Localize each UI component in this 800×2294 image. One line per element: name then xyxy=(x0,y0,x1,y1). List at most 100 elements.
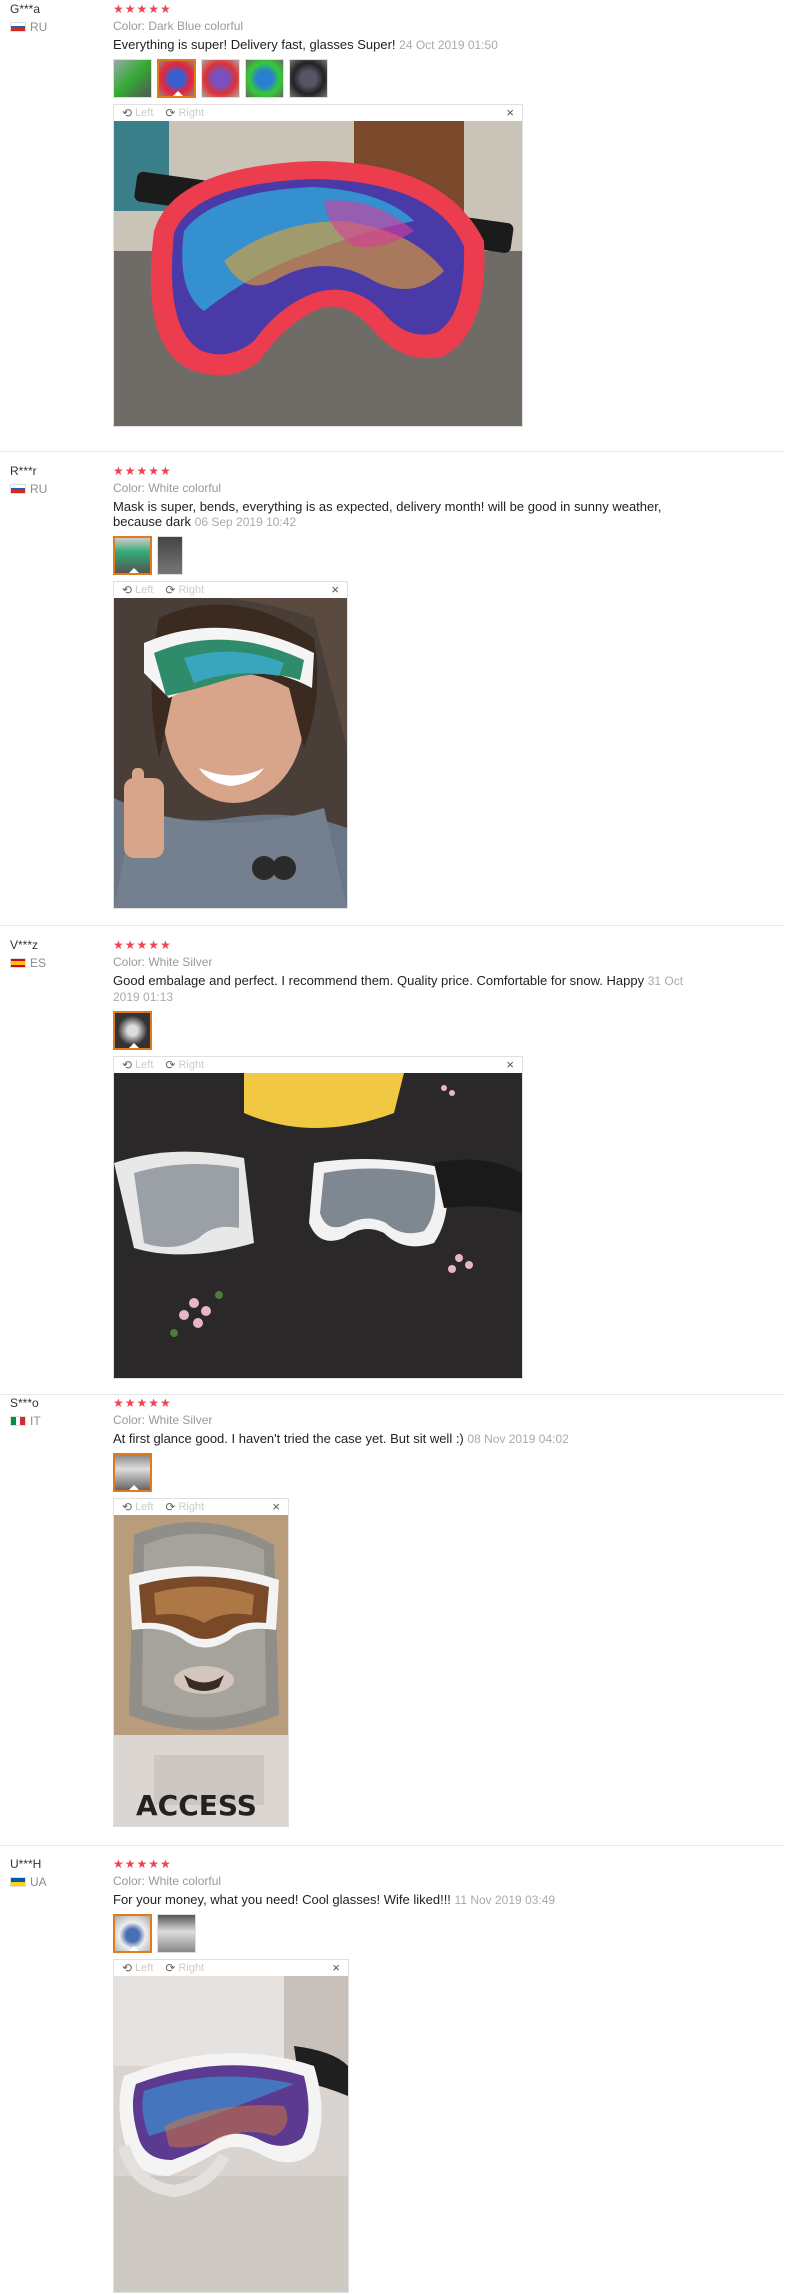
variant-color: Color: White Silver xyxy=(113,1413,213,1427)
photo-thumbnail[interactable] xyxy=(157,59,196,98)
photo-thumbnails xyxy=(113,536,713,575)
country-code: ES xyxy=(30,956,47,970)
variant-color: Color: Dark Blue colorful xyxy=(113,19,244,33)
rotate-left-button[interactable]: ⟲ Left xyxy=(122,1961,153,1975)
photo-thumbnail[interactable] xyxy=(113,1453,152,1492)
flag-ru-icon xyxy=(10,484,26,494)
rotate-right-button[interactable]: ⟳ Right xyxy=(165,1500,204,1514)
rotate-left-button[interactable]: ⟲ Left xyxy=(122,106,153,120)
variant-color: Color: White colorful xyxy=(113,481,222,495)
rotate-right-button[interactable]: ⟳ Right xyxy=(165,1058,204,1072)
photo-thumbnails xyxy=(113,1011,713,1050)
rotate-right-icon: ⟳ xyxy=(165,106,176,120)
star-rating: ★★★★★ xyxy=(113,938,172,952)
photo-thumbnails xyxy=(113,1453,713,1492)
photo-thumbnail[interactable] xyxy=(113,1011,152,1050)
flag-ua-icon xyxy=(10,1877,26,1887)
review-divider xyxy=(0,1394,785,1395)
review-text: For your money, what you need! Cool glas… xyxy=(113,1892,556,1907)
reviewer-name: V***z xyxy=(10,938,39,952)
reviewer-country: UA xyxy=(10,1875,47,1889)
viewer-toolbar: ⟲ Left ⟳ Right × xyxy=(114,1057,522,1073)
rotate-right-icon: ⟳ xyxy=(165,583,176,597)
review-date: 06 Sep 2019 10:42 xyxy=(194,515,297,529)
viewer-toolbar: ⟲ Left ⟳ Right × xyxy=(114,105,522,121)
star-rating: ★★★★★ xyxy=(113,2,172,16)
reviewer-country: RU xyxy=(10,20,47,34)
reviewer-country: ES xyxy=(10,956,46,970)
reviewer-country: IT xyxy=(10,1414,41,1428)
review-text: Good embalage and perfect. I recommend t… xyxy=(113,973,684,1004)
close-icon[interactable]: × xyxy=(506,1057,514,1073)
country-code: RU xyxy=(30,482,48,496)
rotate-right-icon: ⟳ xyxy=(165,1500,176,1514)
review-text: Everything is super! Delivery fast, glas… xyxy=(113,37,498,52)
country-code: RU xyxy=(30,20,48,34)
photo-thumbnail[interactable] xyxy=(113,1914,152,1953)
rotate-left-icon: ⟲ xyxy=(122,106,133,120)
variant-color: Color: White colorful xyxy=(113,1874,222,1888)
rotate-left-icon: ⟲ xyxy=(122,583,133,597)
rotate-left-button[interactable]: ⟲ Left xyxy=(122,1058,153,1072)
rotate-left-icon: ⟲ xyxy=(122,1500,133,1514)
photo-thumbnail[interactable] xyxy=(201,59,240,98)
review-divider xyxy=(0,1845,785,1846)
flag-es-icon xyxy=(10,958,26,968)
photo-thumbnail[interactable] xyxy=(113,536,152,575)
rotate-right-icon: ⟳ xyxy=(165,1058,176,1072)
photo-thumbnails xyxy=(113,1914,713,1953)
photo-viewer: ⟲ Left ⟳ Right × xyxy=(113,1959,349,2293)
close-icon[interactable]: × xyxy=(332,1960,340,1976)
rotate-left-icon: ⟲ xyxy=(122,1058,133,1072)
rotate-left-button[interactable]: ⟲ Left xyxy=(122,583,153,597)
flag-ru-icon xyxy=(10,22,26,32)
rotate-right-button[interactable]: ⟳ Right xyxy=(165,583,204,597)
star-rating: ★★★★★ xyxy=(113,1857,172,1871)
review-photo xyxy=(114,121,522,426)
star-rating: ★★★★★ xyxy=(113,1396,172,1410)
review-date: 08 Nov 2019 04:02 xyxy=(467,1432,569,1446)
review-date: 24 Oct 2019 01:50 xyxy=(399,38,498,52)
country-code: IT xyxy=(30,1414,41,1428)
review-date: 11 Nov 2019 03:49 xyxy=(454,1893,556,1907)
photo-viewer: ⟲ Left ⟳ Right × xyxy=(113,581,348,909)
review-photo xyxy=(114,1976,348,2292)
photo-viewer: ⟲ Left ⟳ Right × xyxy=(113,104,523,427)
review-photo: ACCESS xyxy=(114,1515,288,1826)
review-divider xyxy=(0,925,785,926)
photo-thumbnail[interactable] xyxy=(245,59,284,98)
review-photo xyxy=(114,1073,522,1378)
photo-thumbnail[interactable] xyxy=(113,59,152,98)
flag-it-icon xyxy=(10,1416,26,1426)
photo-thumbnails xyxy=(113,59,713,98)
photo-thumbnail[interactable] xyxy=(157,1914,196,1953)
photo-thumbnail[interactable] xyxy=(289,59,328,98)
svg-text:ACCESS: ACCESS xyxy=(136,1789,257,1822)
rotate-right-button[interactable]: ⟳ Right xyxy=(165,106,204,120)
viewer-toolbar: ⟲ Left ⟳ Right × xyxy=(114,1499,288,1515)
review-divider xyxy=(0,451,785,452)
close-icon[interactable]: × xyxy=(272,1499,280,1515)
star-rating: ★★★★★ xyxy=(113,464,172,478)
reviewer-name: U***H xyxy=(10,1857,42,1871)
rotate-left-icon: ⟲ xyxy=(122,1961,133,1975)
close-icon[interactable]: × xyxy=(331,582,339,598)
photo-viewer: ⟲ Left ⟳ Right × ACCESS xyxy=(113,1498,289,1827)
review-photo xyxy=(114,598,347,908)
photo-viewer: ⟲ Left ⟳ Right × xyxy=(113,1056,523,1379)
reviewer-name: R***r xyxy=(10,464,37,478)
rotate-right-button[interactable]: ⟳ Right xyxy=(165,1961,204,1975)
rotate-left-button[interactable]: ⟲ Left xyxy=(122,1500,153,1514)
variant-color: Color: White Silver xyxy=(113,955,213,969)
viewer-toolbar: ⟲ Left ⟳ Right × xyxy=(114,582,347,598)
review-text: At first glance good. I haven't tried th… xyxy=(113,1431,569,1446)
close-icon[interactable]: × xyxy=(506,105,514,121)
country-code: UA xyxy=(30,1875,47,1889)
reviewer-name: S***o xyxy=(10,1396,39,1410)
reviewer-country: RU xyxy=(10,482,47,496)
photo-thumbnail[interactable] xyxy=(157,536,183,575)
review-text: Mask is super, bends, everything is as e… xyxy=(113,499,662,529)
rotate-right-icon: ⟳ xyxy=(165,1961,176,1975)
viewer-toolbar: ⟲ Left ⟳ Right × xyxy=(114,1960,348,1976)
reviewer-name: G***a xyxy=(10,2,41,16)
